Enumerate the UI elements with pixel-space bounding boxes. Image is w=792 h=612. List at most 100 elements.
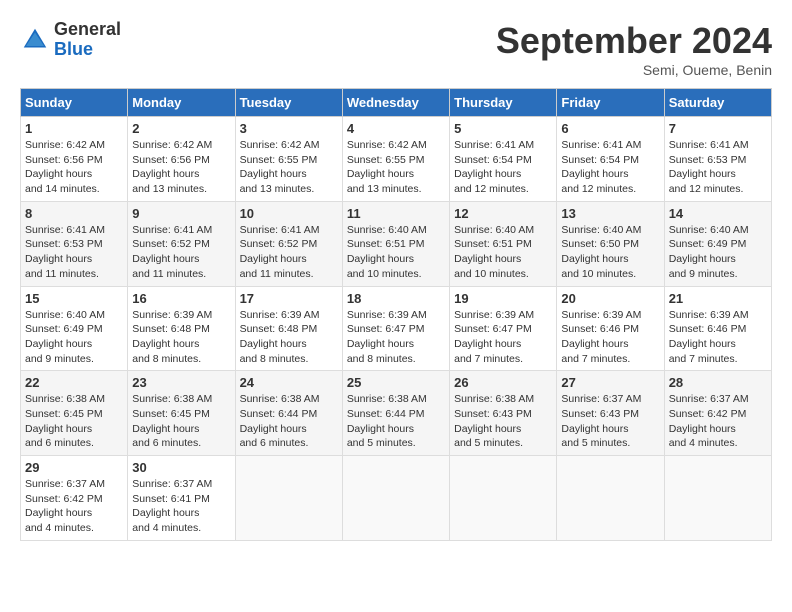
calendar-day-cell: 23 Sunrise: 6:38 AMSunset: 6:45 PMDaylig…: [128, 371, 235, 456]
day-info: Sunrise: 6:41 AMSunset: 6:54 PMDaylight …: [561, 139, 641, 195]
day-number: 29: [25, 460, 123, 475]
day-number: 22: [25, 375, 123, 390]
calendar-day-cell: 8 Sunrise: 6:41 AMSunset: 6:53 PMDayligh…: [21, 201, 128, 286]
day-number: 24: [240, 375, 338, 390]
calendar-day-cell: 15 Sunrise: 6:40 AMSunset: 6:49 PMDaylig…: [21, 286, 128, 371]
day-number: 6: [561, 121, 659, 136]
calendar-week-row: 29 Sunrise: 6:37 AMSunset: 6:42 PMDaylig…: [21, 456, 772, 541]
calendar-day-cell: 17 Sunrise: 6:39 AMSunset: 6:48 PMDaylig…: [235, 286, 342, 371]
calendar-day-cell: 26 Sunrise: 6:38 AMSunset: 6:43 PMDaylig…: [450, 371, 557, 456]
day-info: Sunrise: 6:40 AMSunset: 6:50 PMDaylight …: [561, 224, 641, 280]
calendar-day-cell: 6 Sunrise: 6:41 AMSunset: 6:54 PMDayligh…: [557, 117, 664, 202]
calendar-day-cell: 20 Sunrise: 6:39 AMSunset: 6:46 PMDaylig…: [557, 286, 664, 371]
day-number: 4: [347, 121, 445, 136]
calendar-day-cell: [664, 456, 771, 541]
logo: General Blue: [20, 20, 121, 60]
weekday-header: Thursday: [450, 89, 557, 117]
calendar-day-cell: [450, 456, 557, 541]
day-info: Sunrise: 6:38 AMSunset: 6:44 PMDaylight …: [347, 393, 427, 449]
calendar-day-cell: [235, 456, 342, 541]
weekday-header: Sunday: [21, 89, 128, 117]
day-number: 17: [240, 291, 338, 306]
day-info: Sunrise: 6:40 AMSunset: 6:49 PMDaylight …: [25, 309, 105, 365]
calendar-day-cell: 18 Sunrise: 6:39 AMSunset: 6:47 PMDaylig…: [342, 286, 449, 371]
day-info: Sunrise: 6:39 AMSunset: 6:47 PMDaylight …: [454, 309, 534, 365]
weekday-header-row: SundayMondayTuesdayWednesdayThursdayFrid…: [21, 89, 772, 117]
day-number: 25: [347, 375, 445, 390]
title-block: September 2024 Semi, Oueme, Benin: [496, 20, 772, 78]
calendar-day-cell: 27 Sunrise: 6:37 AMSunset: 6:43 PMDaylig…: [557, 371, 664, 456]
day-info: Sunrise: 6:42 AMSunset: 6:55 PMDaylight …: [347, 139, 427, 195]
day-info: Sunrise: 6:40 AMSunset: 6:51 PMDaylight …: [454, 224, 534, 280]
calendar-day-cell: 5 Sunrise: 6:41 AMSunset: 6:54 PMDayligh…: [450, 117, 557, 202]
calendar-day-cell: [557, 456, 664, 541]
day-info: Sunrise: 6:42 AMSunset: 6:56 PMDaylight …: [25, 139, 105, 195]
day-number: 27: [561, 375, 659, 390]
day-number: 18: [347, 291, 445, 306]
calendar-day-cell: 1 Sunrise: 6:42 AMSunset: 6:56 PMDayligh…: [21, 117, 128, 202]
weekday-header: Saturday: [664, 89, 771, 117]
day-number: 20: [561, 291, 659, 306]
day-number: 28: [669, 375, 767, 390]
calendar-week-row: 1 Sunrise: 6:42 AMSunset: 6:56 PMDayligh…: [21, 117, 772, 202]
day-info: Sunrise: 6:37 AMSunset: 6:42 PMDaylight …: [669, 393, 749, 449]
day-info: Sunrise: 6:42 AMSunset: 6:56 PMDaylight …: [132, 139, 212, 195]
calendar-week-row: 15 Sunrise: 6:40 AMSunset: 6:49 PMDaylig…: [21, 286, 772, 371]
day-number: 1: [25, 121, 123, 136]
calendar-day-cell: 9 Sunrise: 6:41 AMSunset: 6:52 PMDayligh…: [128, 201, 235, 286]
day-number: 3: [240, 121, 338, 136]
calendar-day-cell: 19 Sunrise: 6:39 AMSunset: 6:47 PMDaylig…: [450, 286, 557, 371]
logo-blue: Blue: [54, 40, 121, 60]
day-info: Sunrise: 6:41 AMSunset: 6:52 PMDaylight …: [132, 224, 212, 280]
calendar-day-cell: 16 Sunrise: 6:39 AMSunset: 6:48 PMDaylig…: [128, 286, 235, 371]
day-info: Sunrise: 6:40 AMSunset: 6:51 PMDaylight …: [347, 224, 427, 280]
day-info: Sunrise: 6:39 AMSunset: 6:48 PMDaylight …: [240, 309, 320, 365]
calendar-day-cell: 30 Sunrise: 6:37 AMSunset: 6:41 PMDaylig…: [128, 456, 235, 541]
weekday-header: Friday: [557, 89, 664, 117]
day-info: Sunrise: 6:37 AMSunset: 6:43 PMDaylight …: [561, 393, 641, 449]
calendar-day-cell: 11 Sunrise: 6:40 AMSunset: 6:51 PMDaylig…: [342, 201, 449, 286]
day-number: 14: [669, 206, 767, 221]
calendar-week-row: 22 Sunrise: 6:38 AMSunset: 6:45 PMDaylig…: [21, 371, 772, 456]
calendar-day-cell: 28 Sunrise: 6:37 AMSunset: 6:42 PMDaylig…: [664, 371, 771, 456]
calendar-day-cell: 4 Sunrise: 6:42 AMSunset: 6:55 PMDayligh…: [342, 117, 449, 202]
day-info: Sunrise: 6:39 AMSunset: 6:46 PMDaylight …: [669, 309, 749, 365]
calendar-day-cell: 13 Sunrise: 6:40 AMSunset: 6:50 PMDaylig…: [557, 201, 664, 286]
day-number: 10: [240, 206, 338, 221]
logo-icon: [20, 25, 50, 55]
day-info: Sunrise: 6:41 AMSunset: 6:52 PMDaylight …: [240, 224, 320, 280]
day-number: 12: [454, 206, 552, 221]
day-info: Sunrise: 6:41 AMSunset: 6:53 PMDaylight …: [25, 224, 105, 280]
calendar-table: SundayMondayTuesdayWednesdayThursdayFrid…: [20, 88, 772, 541]
calendar-day-cell: 29 Sunrise: 6:37 AMSunset: 6:42 PMDaylig…: [21, 456, 128, 541]
day-info: Sunrise: 6:38 AMSunset: 6:45 PMDaylight …: [132, 393, 212, 449]
calendar-week-row: 8 Sunrise: 6:41 AMSunset: 6:53 PMDayligh…: [21, 201, 772, 286]
day-info: Sunrise: 6:38 AMSunset: 6:45 PMDaylight …: [25, 393, 105, 449]
calendar-day-cell: 2 Sunrise: 6:42 AMSunset: 6:56 PMDayligh…: [128, 117, 235, 202]
day-number: 11: [347, 206, 445, 221]
day-info: Sunrise: 6:38 AMSunset: 6:43 PMDaylight …: [454, 393, 534, 449]
day-number: 26: [454, 375, 552, 390]
calendar-day-cell: 14 Sunrise: 6:40 AMSunset: 6:49 PMDaylig…: [664, 201, 771, 286]
day-number: 8: [25, 206, 123, 221]
day-info: Sunrise: 6:39 AMSunset: 6:47 PMDaylight …: [347, 309, 427, 365]
calendar-day-cell: 7 Sunrise: 6:41 AMSunset: 6:53 PMDayligh…: [664, 117, 771, 202]
day-info: Sunrise: 6:38 AMSunset: 6:44 PMDaylight …: [240, 393, 320, 449]
day-info: Sunrise: 6:40 AMSunset: 6:49 PMDaylight …: [669, 224, 749, 280]
day-number: 7: [669, 121, 767, 136]
day-number: 2: [132, 121, 230, 136]
calendar-day-cell: 12 Sunrise: 6:40 AMSunset: 6:51 PMDaylig…: [450, 201, 557, 286]
day-info: Sunrise: 6:39 AMSunset: 6:48 PMDaylight …: [132, 309, 212, 365]
day-number: 30: [132, 460, 230, 475]
day-info: Sunrise: 6:42 AMSunset: 6:55 PMDaylight …: [240, 139, 320, 195]
day-number: 19: [454, 291, 552, 306]
day-info: Sunrise: 6:39 AMSunset: 6:46 PMDaylight …: [561, 309, 641, 365]
day-number: 16: [132, 291, 230, 306]
day-info: Sunrise: 6:41 AMSunset: 6:54 PMDaylight …: [454, 139, 534, 195]
calendar-day-cell: 24 Sunrise: 6:38 AMSunset: 6:44 PMDaylig…: [235, 371, 342, 456]
day-number: 15: [25, 291, 123, 306]
month-title: September 2024: [496, 20, 772, 62]
day-info: Sunrise: 6:41 AMSunset: 6:53 PMDaylight …: [669, 139, 749, 195]
day-info: Sunrise: 6:37 AMSunset: 6:41 PMDaylight …: [132, 478, 212, 534]
location-subtitle: Semi, Oueme, Benin: [496, 62, 772, 78]
